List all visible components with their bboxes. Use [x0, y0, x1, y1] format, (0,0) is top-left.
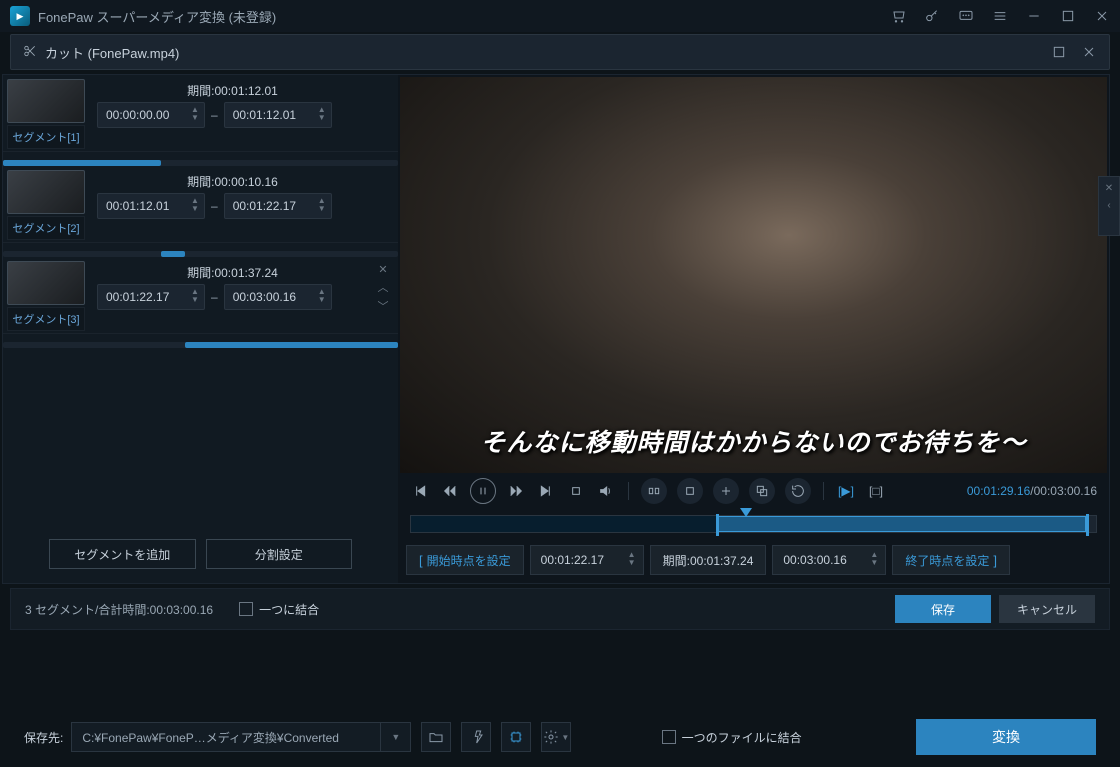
scissors-icon: [23, 44, 37, 61]
segment-down-icon[interactable]: ﹀: [378, 298, 389, 314]
workspace: セグメント[1] 期間:00:01:12.01 00:00:00.00▲▼ – …: [2, 74, 1110, 584]
trim-controls: [開始時点を設定 00:01:22.17▲▼ 期間:00:01:37.24 00…: [398, 537, 1109, 583]
set-end-button[interactable]: 終了時点を設定]: [892, 545, 1010, 575]
timeline[interactable]: [398, 507, 1109, 537]
close-icon[interactable]: [1094, 8, 1110, 24]
side-close-icon[interactable]: ✕: [1105, 183, 1113, 194]
segment-range-slider[interactable]: [3, 251, 398, 257]
set-start-button[interactable]: [開始時点を設定: [406, 545, 524, 575]
segment-start-input[interactable]: 00:01:22.17▲▼: [97, 284, 205, 310]
start-time-input[interactable]: 00:01:22.17▲▼: [530, 545, 644, 575]
trim-tool-icon[interactable]: [677, 478, 703, 504]
segment-range-slider[interactable]: [3, 342, 398, 348]
segment-thumbnail: [7, 261, 85, 305]
trim-duration: 期間:00:01:37.24: [650, 545, 767, 575]
current-time: 00:01:29.16: [967, 484, 1030, 498]
segment-row[interactable]: セグメント[2] 期間:00:00:10.16 00:01:12.01▲▼ – …: [3, 166, 398, 243]
menu-icon[interactable]: [992, 8, 1008, 24]
output-label: 保存先:: [24, 729, 63, 746]
end-time-input[interactable]: 00:03:00.16▲▼: [772, 545, 886, 575]
segment-end-input[interactable]: 00:03:00.16▲▼: [224, 284, 332, 310]
split-tool-icon[interactable]: [641, 478, 667, 504]
segment-duration: 期間:00:01:12.01: [97, 79, 368, 102]
hw-accel-off-icon[interactable]: [461, 722, 491, 752]
convert-button[interactable]: 変換: [916, 719, 1096, 755]
feedback-icon[interactable]: [958, 8, 974, 24]
segment-thumbnail: [7, 170, 85, 214]
cart-icon[interactable]: [890, 8, 906, 24]
preview-subtitle: そんなに移動時間はかからないのでお待ちを〜: [400, 423, 1107, 459]
segment-range-slider[interactable]: [3, 160, 398, 166]
playhead-marker[interactable]: [740, 508, 752, 518]
step-back-icon[interactable]: [440, 481, 460, 501]
segment-up-icon[interactable]: ︿: [378, 279, 389, 295]
cut-panel-title: カット (FonePaw.mp4): [45, 43, 179, 62]
side-collapse-icon[interactable]: ‹: [1107, 200, 1110, 211]
app-title: FonePaw スーパーメディア変換 (未登録): [38, 7, 276, 26]
bracket-out-icon[interactable]: [□]: [866, 481, 886, 501]
save-button[interactable]: 保存: [895, 595, 991, 623]
copy-segment-icon[interactable]: [749, 478, 775, 504]
cut-panel-header: カット (FonePaw.mp4): [10, 34, 1110, 70]
titlebar: FonePaw スーパーメディア変換 (未登録): [0, 0, 1120, 32]
undo-icon[interactable]: [785, 478, 811, 504]
segment-start-input[interactable]: 00:00:00.00▲▼: [97, 102, 205, 128]
cancel-button[interactable]: キャンセル: [999, 595, 1095, 623]
settings-icon[interactable]: ▼: [541, 722, 571, 752]
folder-icon[interactable]: [421, 722, 451, 752]
segment-row[interactable]: セグメント[1] 期間:00:01:12.01 00:00:00.00▲▼ – …: [3, 75, 398, 152]
player-controls: [▶] [□] 00:01:29.16/00:03:00.16: [398, 475, 1109, 507]
add-segment-button[interactable]: セグメントを追加: [49, 539, 196, 569]
time-display: 00:01:29.16/00:03:00.16: [967, 484, 1097, 498]
merge-file-checkbox[interactable]: 一つのファイルに結合: [662, 729, 802, 746]
preview-frame: [400, 77, 1107, 473]
bracket-in-icon[interactable]: [▶]: [836, 481, 856, 501]
segment-duration: 期間:00:01:37.24: [97, 261, 368, 284]
play-pause-button[interactable]: [470, 478, 496, 504]
path-dropdown[interactable]: ▼: [381, 722, 411, 752]
volume-icon[interactable]: [596, 481, 616, 501]
side-tab[interactable]: ✕ ‹: [1098, 176, 1120, 236]
segment-end-input[interactable]: 00:01:12.01▲▼: [224, 102, 332, 128]
segment-start-input[interactable]: 00:01:12.01▲▼: [97, 193, 205, 219]
maximize-icon[interactable]: [1060, 8, 1076, 24]
summary-text: 3 セグメント/合計時間:00:03:00.16: [25, 601, 213, 618]
total-time: 00:03:00.16: [1034, 484, 1097, 498]
segment-label: セグメント[1]: [7, 125, 85, 149]
panel-close-icon[interactable]: [1081, 44, 1097, 60]
video-preview[interactable]: そんなに移動時間はかからないのでお待ちを〜: [400, 77, 1107, 473]
minimize-icon[interactable]: [1026, 8, 1042, 24]
segment-delete-icon[interactable]: ✕: [378, 263, 387, 276]
segment-thumbnail: [7, 79, 85, 123]
bottom-bar: 保存先: C:¥FonePaw¥FoneP…メディア変換¥Converted ▼…: [0, 707, 1120, 767]
segment-row[interactable]: セグメント[3] 期間:00:01:37.24 00:01:22.17▲▼ – …: [3, 257, 398, 334]
output-path[interactable]: C:¥FonePaw¥FoneP…メディア変換¥Converted: [71, 722, 381, 752]
preview-panel: そんなに移動時間はかからないのでお待ちを〜 [▶] [□] 00:01:29.1…: [398, 75, 1109, 583]
segment-label: セグメント[2]: [7, 216, 85, 240]
segment-duration: 期間:00:00:10.16: [97, 170, 368, 193]
skip-start-icon[interactable]: [410, 481, 430, 501]
key-icon[interactable]: [924, 8, 940, 24]
split-settings-button[interactable]: 分割設定: [206, 539, 353, 569]
summary-bar: 3 セグメント/合計時間:00:03:00.16 一つに結合 保存 キャンセル: [10, 588, 1110, 630]
step-fwd-icon[interactable]: [506, 481, 526, 501]
skip-end-icon[interactable]: [536, 481, 556, 501]
merge-one-checkbox[interactable]: 一つに結合: [239, 601, 319, 618]
segment-label: セグメント[3]: [7, 307, 85, 331]
gpu-icon[interactable]: [501, 722, 531, 752]
app-logo: [10, 6, 30, 26]
stop-icon[interactable]: [566, 481, 586, 501]
segments-panel: セグメント[1] 期間:00:01:12.01 00:00:00.00▲▼ – …: [3, 75, 398, 583]
panel-maximize-icon[interactable]: [1051, 44, 1067, 60]
segment-end-input[interactable]: 00:01:22.17▲▼: [224, 193, 332, 219]
add-marker-icon[interactable]: [713, 478, 739, 504]
